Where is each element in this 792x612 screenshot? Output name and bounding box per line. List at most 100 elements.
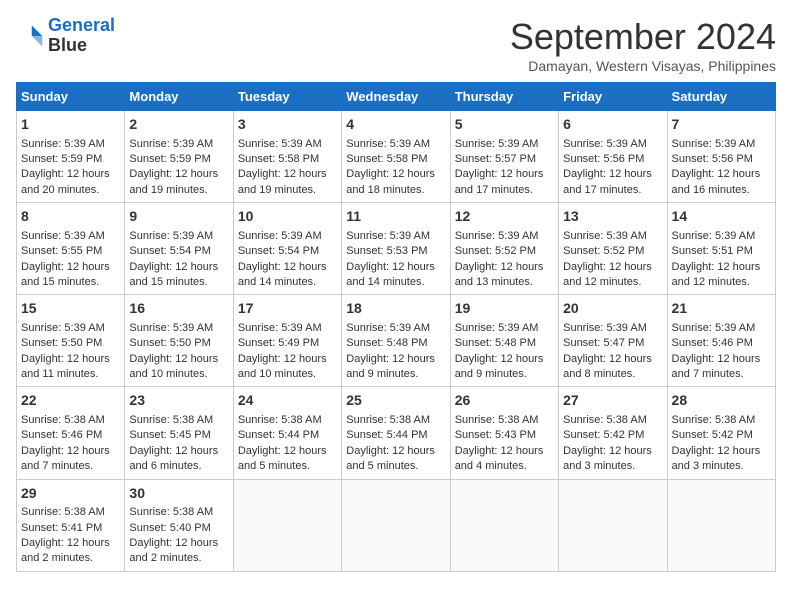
day-info-line: Sunrise: 5:38 AM [21,505,120,520]
day-number: 19 [455,299,554,319]
day-number: 7 [672,115,771,135]
day-info-line: Daylight: 12 hours [672,444,771,459]
day-info-line: Daylight: 12 hours [129,260,228,275]
day-info-line: Sunset: 5:52 PM [563,244,662,259]
day-number: 26 [455,391,554,411]
day-number: 25 [346,391,445,411]
day-info-line: Sunrise: 5:39 AM [563,229,662,244]
day-info-line: Daylight: 12 hours [563,352,662,367]
day-info-line: Daylight: 12 hours [21,444,120,459]
day-number: 11 [346,207,445,227]
calendar-cell: 26Sunrise: 5:38 AMSunset: 5:43 PMDayligh… [450,387,558,479]
day-info-line: and 6 minutes. [129,459,228,474]
day-info-line: and 16 minutes. [672,183,771,198]
logo-text: GeneralBlue [48,16,115,56]
day-info-line: Sunrise: 5:39 AM [672,137,771,152]
calendar-row: 29Sunrise: 5:38 AMSunset: 5:41 PMDayligh… [17,479,776,571]
day-number: 17 [238,299,337,319]
day-info-line: Daylight: 12 hours [346,167,445,182]
day-info-line: and 4 minutes. [455,459,554,474]
calendar-cell: 21Sunrise: 5:39 AMSunset: 5:46 PMDayligh… [667,295,775,387]
day-info-line: Sunrise: 5:38 AM [672,413,771,428]
day-info-line: Sunset: 5:50 PM [21,336,120,351]
day-info-line: Sunset: 5:53 PM [346,244,445,259]
day-number: 4 [346,115,445,135]
day-info-line: Sunrise: 5:39 AM [346,137,445,152]
calendar-cell: 24Sunrise: 5:38 AMSunset: 5:44 PMDayligh… [233,387,341,479]
day-info-line: Daylight: 12 hours [346,444,445,459]
day-info-line: Sunset: 5:55 PM [21,244,120,259]
day-info-line: and 19 minutes. [238,183,337,198]
calendar-cell: 18Sunrise: 5:39 AMSunset: 5:48 PMDayligh… [342,295,450,387]
day-number: 12 [455,207,554,227]
day-info-line: Daylight: 12 hours [346,352,445,367]
day-info-line: Sunrise: 5:39 AM [455,229,554,244]
day-info-line: and 12 minutes. [672,275,771,290]
day-number: 10 [238,207,337,227]
calendar-cell [342,479,450,571]
day-info-line: and 14 minutes. [346,275,445,290]
day-info-line: Daylight: 12 hours [21,260,120,275]
day-number: 3 [238,115,337,135]
day-info-line: Sunset: 5:44 PM [346,428,445,443]
day-info-line: Sunset: 5:58 PM [346,152,445,167]
day-info-line: Sunset: 5:46 PM [672,336,771,351]
title-block: September 2024 Damayan, Western Visayas,… [510,16,776,74]
calendar-cell: 2Sunrise: 5:39 AMSunset: 5:59 PMDaylight… [125,111,233,203]
month-title: September 2024 [510,16,776,58]
day-info-line: Daylight: 12 hours [672,167,771,182]
calendar-cell: 19 Sunrise: 5:39 AMSunset: 5:48 PMDayligh… [450,295,558,387]
day-number: 30 [129,484,228,504]
calendar-cell: 30Sunrise: 5:38 AMSunset: 5:40 PMDayligh… [125,479,233,571]
day-info-line: Sunrise: 5:38 AM [346,413,445,428]
calendar-cell: 7Sunrise: 5:39 AMSunset: 5:56 PMDaylight… [667,111,775,203]
calendar-row: 1Sunrise: 5:39 AMSunset: 5:59 PMDaylight… [17,111,776,203]
calendar-cell: 23Sunrise: 5:38 AMSunset: 5:45 PMDayligh… [125,387,233,479]
header-row: Sunday Monday Tuesday Wednesday Thursday… [17,83,776,111]
day-info-line: Daylight: 12 hours [672,260,771,275]
logo: GeneralBlue [16,16,115,56]
day-info-line: and 5 minutes. [238,459,337,474]
day-number: 22 [21,391,120,411]
day-info-line: Sunset: 5:51 PM [672,244,771,259]
day-info-line: Sunset: 5:49 PM [238,336,337,351]
day-info-line: Daylight: 12 hours [129,444,228,459]
day-info-line: and 17 minutes. [455,183,554,198]
day-number: 18 [346,299,445,319]
day-info-line: Daylight: 12 hours [21,352,120,367]
calendar-cell: 3Sunrise: 5:39 AMSunset: 5:58 PMDaylight… [233,111,341,203]
calendar-cell: 17Sunrise: 5:39 AMSunset: 5:49 PMDayligh… [233,295,341,387]
day-number: 14 [672,207,771,227]
day-info-line: Sunset: 5:58 PM [238,152,337,167]
day-info-line: Sunrise: 5:39 AM [455,321,554,336]
day-info-line: Sunset: 5:46 PM [21,428,120,443]
day-number: 2 [129,115,228,135]
day-info-line: Sunset: 5:48 PM [455,336,554,351]
day-info-line: Daylight: 12 hours [455,260,554,275]
day-info-line: Sunrise: 5:38 AM [129,413,228,428]
day-info-line: and 9 minutes. [455,367,554,382]
day-info-line: Sunset: 5:56 PM [563,152,662,167]
day-info-line: Sunset: 5:50 PM [129,336,228,351]
day-info-line: Daylight: 12 hours [129,352,228,367]
calendar-cell: 8Sunrise: 5:39 AMSunset: 5:55 PMDaylight… [17,203,125,295]
day-number: 5 [455,115,554,135]
day-info-line: and 18 minutes. [346,183,445,198]
day-info-line: Daylight: 12 hours [238,352,337,367]
day-info-line: Sunset: 5:40 PM [129,521,228,536]
day-info-line: and 3 minutes. [672,459,771,474]
day-number: 29 [21,484,120,504]
day-number: 27 [563,391,662,411]
day-number: 15 [21,299,120,319]
day-info-line: Daylight: 12 hours [238,260,337,275]
page-header: GeneralBlue September 2024 Damayan, West… [16,16,776,74]
day-info-line: and 17 minutes. [563,183,662,198]
day-info-line: Sunrise: 5:39 AM [129,137,228,152]
day-info-line: Daylight: 12 hours [455,352,554,367]
day-info-line: Sunset: 5:42 PM [672,428,771,443]
day-info-line: Sunrise: 5:39 AM [672,229,771,244]
day-info-line: Sunrise: 5:39 AM [129,229,228,244]
day-number: 9 [129,207,228,227]
day-info-line: Daylight: 12 hours [455,444,554,459]
day-info-line: Sunset: 5:54 PM [238,244,337,259]
